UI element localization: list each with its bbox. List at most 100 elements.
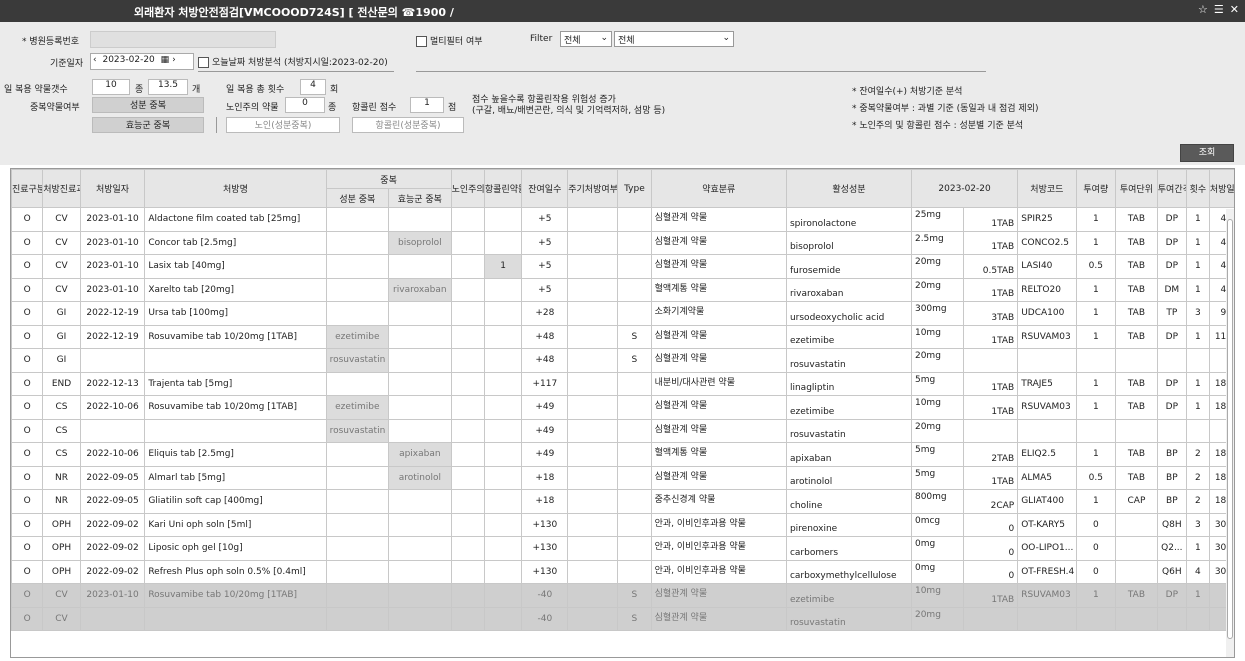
- cell-amount-qty: 1TAB: [963, 583, 1019, 608]
- calendar-icon[interactable]: ▦: [161, 55, 170, 65]
- table-row[interactable]: O CV 2023-01-10 Concor tab [2.5mg] bisoprolo…: [11, 230, 1234, 255]
- col-dup-ingredient[interactable]: 성분 중복: [325, 188, 390, 208]
- cell-code: LASI40: [1017, 254, 1077, 279]
- close-icon[interactable]: ✕: [1230, 3, 1239, 16]
- col-code[interactable]: 처방코드: [1017, 169, 1077, 208]
- table-row[interactable]: O GI rosuvastatin +48 S 심혈관계 약물 rosuvastatin 20…: [11, 348, 1234, 373]
- col-antichol[interactable]: 항콜린약물: [483, 169, 523, 208]
- col-dup-efficacy[interactable]: 효능군 중복: [388, 188, 452, 208]
- table-row[interactable]: O CV -40 S 심혈관계 약물 rosuvastatin 20mg: [11, 606, 1234, 631]
- elderly-dup-button[interactable]: 노인(성분중복): [226, 117, 340, 133]
- table-row[interactable]: O NR 2022-09-05 Gliatilin soft cap [400mg] +…: [11, 489, 1234, 514]
- col-drug-class[interactable]: 약효분류: [650, 169, 787, 208]
- query-button[interactable]: 조회: [1180, 144, 1234, 162]
- cell-ingredient: rosuvastatin: [785, 606, 912, 631]
- table-row[interactable]: O CV 2023-01-10 Lasix tab [40mg] 1 +5 심혈관계 약물 f…: [11, 254, 1234, 279]
- cell-elderly: [450, 207, 485, 232]
- filter-select-2[interactable]: 전체 ⌄: [614, 31, 734, 47]
- cell-date: 2022-09-05: [79, 465, 146, 490]
- col-dept-type[interactable]: 진료구분: [11, 169, 44, 208]
- cell-code: [1017, 418, 1077, 443]
- table-row[interactable]: O CS 2022-10-06 Rosuvamibe tab 10/20mg [1TA…: [11, 395, 1234, 420]
- cell-dup-ingredient: [325, 301, 390, 326]
- col-name[interactable]: 처방명: [144, 169, 327, 208]
- cell-amount-qty: 1TAB: [963, 207, 1019, 232]
- cell-remain: +49: [521, 418, 569, 443]
- anticholinergic-dup-button[interactable]: 항콜린(성분중복): [352, 117, 464, 133]
- cell-dup-efficacy: rivaroxaban: [388, 277, 452, 302]
- cell-drug-class: 안과, 이비인후과용 약물: [650, 559, 787, 584]
- cell-name: [144, 606, 327, 631]
- multi-filter-checkbox[interactable]: 멀티필터 여부: [416, 34, 483, 47]
- cell-times: 1: [1185, 207, 1210, 232]
- hospital-reg-label: * 병원등록번호: [22, 37, 80, 47]
- today-analysis-checkbox[interactable]: 오늘날짜 처방분석 (처방지시일:2023-02-20): [198, 55, 388, 68]
- cell-ingredient: ursodeoxycholic acid: [785, 301, 912, 326]
- col-unit[interactable]: 투여단위: [1115, 169, 1158, 208]
- cell-date: [79, 418, 146, 443]
- col-date-amount[interactable]: 2023-02-20: [910, 169, 1019, 208]
- table-row[interactable]: O GI 2022-12-19 Rosuvamibe tab 10/20mg [1TA…: [11, 324, 1234, 349]
- cell-dept-type: O: [11, 254, 44, 279]
- table-row[interactable]: O CS rosuvastatin +49 심혈관계 약물 rosuvastatin 20m…: [11, 418, 1234, 443]
- col-times[interactable]: 횟수: [1185, 169, 1210, 208]
- cell-dept: GI: [42, 324, 81, 349]
- table-row[interactable]: O NR 2022-09-05 Almarl tab [5mg] arotinolol +…: [11, 465, 1234, 490]
- col-type[interactable]: Type: [617, 169, 652, 208]
- vertical-scrollbar[interactable]: [1226, 209, 1234, 657]
- cell-dose: 1: [1075, 230, 1117, 255]
- cell-periodic: [567, 371, 619, 396]
- next-date-icon[interactable]: ›: [172, 55, 176, 65]
- cell-times: 2: [1185, 465, 1210, 490]
- col-dose[interactable]: 투여량: [1075, 169, 1117, 208]
- cell-type: [617, 301, 652, 326]
- scrollbar-thumb[interactable]: [1227, 219, 1233, 639]
- col-elderly[interactable]: 노인주의: [450, 169, 485, 208]
- table-row[interactable]: O END 2022-12-13 Trajenta tab [5mg] +117 내분비/…: [11, 371, 1234, 396]
- table-row[interactable]: O CS 2022-10-06 Eliquis tab [2.5mg] apixaban…: [11, 442, 1234, 467]
- checkbox-icon[interactable]: [416, 36, 427, 47]
- col-date[interactable]: 처방일자: [79, 169, 146, 208]
- table-row[interactable]: O CV 2023-01-10 Aldactone film coated tab […: [11, 207, 1234, 232]
- table-row[interactable]: O CV 2023-01-10 Rosuvamibe tab 10/20mg [1TA…: [11, 583, 1234, 608]
- cell-dept-type: O: [11, 442, 44, 467]
- checkbox-icon[interactable]: [198, 57, 209, 68]
- table-row[interactable]: O GI 2022-12-19 Ursa tab [100mg] +28 소화기계약물 ur…: [11, 301, 1234, 326]
- col-periodic[interactable]: 주기처방여부: [567, 169, 619, 208]
- table-row[interactable]: O CV 2023-01-10 Xarelto tab [20mg] rivaroxab…: [11, 277, 1234, 302]
- cell-dup-efficacy: arotinolol: [388, 465, 452, 490]
- prev-date-icon[interactable]: ‹: [93, 55, 97, 65]
- col-dept[interactable]: 처방진료과: [42, 169, 81, 208]
- col-remain[interactable]: 잔여일수: [521, 169, 569, 208]
- table-row[interactable]: O OPH 2022-09-02 Kari Uni oph soln [5ml] +13…: [11, 512, 1234, 537]
- cell-drug-class: 심혈관계 약물: [650, 230, 787, 255]
- cell-periodic: [567, 512, 619, 537]
- cell-amount-qty: [963, 348, 1019, 373]
- menu-icon[interactable]: ☰: [1214, 3, 1224, 16]
- cell-elderly: [450, 512, 485, 537]
- filter-select-1[interactable]: 전체 ⌄: [560, 31, 612, 47]
- col-days[interactable]: 처방일수: [1208, 169, 1234, 208]
- cell-amount: 800mg: [910, 489, 965, 514]
- cell-code: ELIQ2.5: [1017, 442, 1077, 467]
- col-ingredient[interactable]: 활성성분: [785, 169, 912, 208]
- table-row[interactable]: O OPH 2022-09-02 Refresh Plus oph soln 0.5%…: [11, 559, 1234, 584]
- cell-amount-qty: 2TAB: [963, 442, 1019, 467]
- cell-code: GLIAT400: [1017, 489, 1077, 514]
- pin-icon[interactable]: ☆: [1198, 3, 1208, 16]
- cell-ingredient: bisoprolol: [785, 230, 912, 255]
- cell-times: 1: [1185, 254, 1210, 279]
- cell-dose: 1: [1075, 583, 1117, 608]
- cell-amount-qty: [963, 418, 1019, 443]
- table-row[interactable]: O OPH 2022-09-02 Liposic oph gel [10g] +130 안…: [11, 536, 1234, 561]
- col-dup: 중복: [325, 169, 452, 189]
- hospital-reg-input[interactable]: [90, 31, 276, 48]
- cell-type: [617, 465, 652, 490]
- cell-unit: TAB: [1115, 371, 1158, 396]
- cell-amount: 5mg: [910, 465, 965, 490]
- cell-remain: +48: [521, 324, 569, 349]
- note-line-1: 점수 높을수록 항콜린작용 위험성 증가: [472, 95, 616, 105]
- base-date-picker[interactable]: ‹ 2023-02-20 ▦ ›: [90, 53, 194, 70]
- col-interval[interactable]: 투여간격: [1156, 169, 1187, 208]
- divider: [216, 117, 217, 133]
